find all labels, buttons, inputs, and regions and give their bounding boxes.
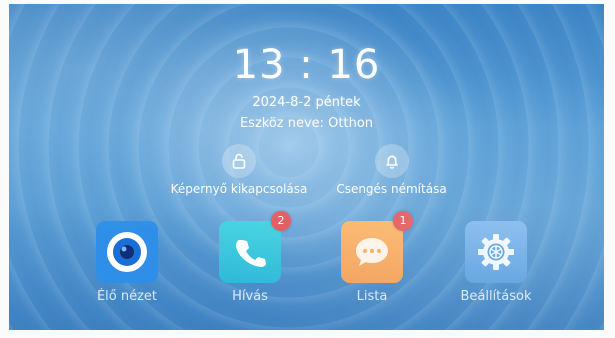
mute-ring-label: Csengés némítása <box>336 182 447 196</box>
list-badge: 1 <box>393 211 413 231</box>
screen-off-button[interactable]: Képernyő kikapcsolása <box>159 144 319 196</box>
screen-off-label: Képernyő kikapcsolása <box>170 182 308 196</box>
app-label: Lista <box>356 289 388 304</box>
intercom-screen: 13 : 16 2024-8-2 péntek Eszköz neve: Ott… <box>9 4 604 330</box>
clock-time: 13 : 16 <box>232 42 381 88</box>
message-icon: 1 <box>341 211 413 283</box>
app-label: Hívás <box>232 289 268 304</box>
app-live-view[interactable]: Élő nézet <box>82 221 172 304</box>
app-label: Beállítások <box>460 289 532 304</box>
unlock-icon <box>222 144 256 178</box>
app-settings[interactable]: Beállítások <box>451 221 541 304</box>
device-name: Eszköz neve: Otthon <box>239 116 374 131</box>
app-list[interactable]: 1 Lista <box>327 211 417 304</box>
bell-icon <box>374 144 409 178</box>
app-call[interactable]: 2 Hívás <box>205 211 295 304</box>
gear-icon <box>465 221 527 283</box>
mute-ring-button[interactable]: Csengés némítása <box>324 144 459 196</box>
camera-icon <box>96 221 158 283</box>
clock-date: 2024-8-2 péntek <box>252 95 361 110</box>
phone-icon: 2 <box>219 211 291 283</box>
call-badge: 2 <box>271 211 291 231</box>
app-label: Élő nézet <box>96 289 158 304</box>
